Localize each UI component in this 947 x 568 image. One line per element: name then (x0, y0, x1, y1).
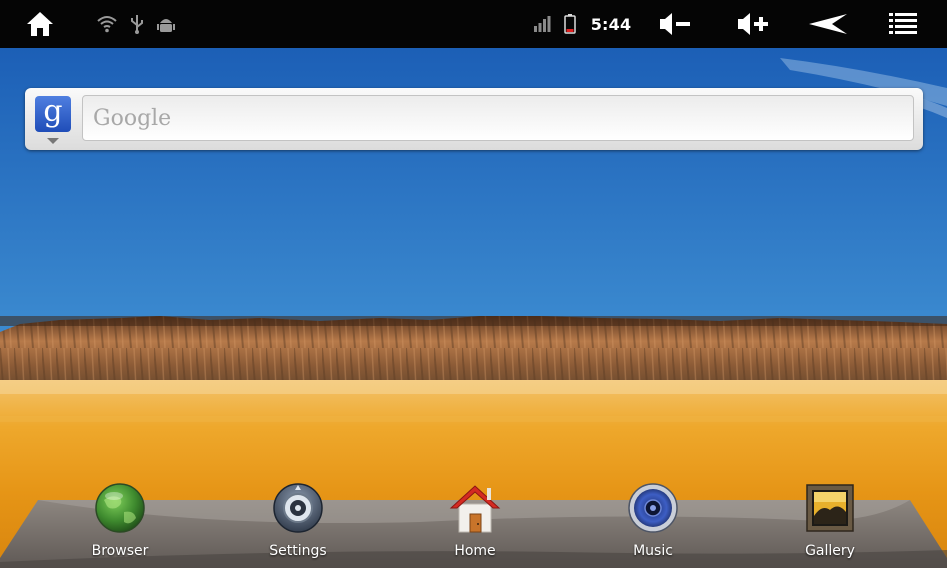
dock-label-home: Home (454, 543, 496, 559)
speaker-icon (628, 483, 678, 533)
dock-label-browser: Browser (91, 543, 149, 559)
globe-icon (95, 483, 145, 533)
dock-label-music: Music (633, 543, 673, 559)
usb-indicator (128, 0, 146, 48)
home-button[interactable] (24, 0, 56, 48)
dock-item-home[interactable]: Home (415, 485, 535, 568)
volume-up-icon (738, 13, 768, 35)
search-engine-selector[interactable]: g (35, 94, 71, 144)
android-debug-icon (157, 19, 175, 32)
signal-indicator (532, 0, 552, 48)
dock-item-gallery[interactable]: Gallery (770, 484, 890, 568)
back-icon (809, 14, 847, 34)
home-icon (27, 12, 53, 36)
clock-text: 5:44 (590, 14, 632, 34)
volume-down-button[interactable] (656, 0, 696, 48)
picture-frame-icon (806, 484, 854, 532)
dock-label-gallery: Gallery (805, 543, 855, 559)
menu-icon (889, 13, 917, 34)
signal-bars-icon (534, 16, 551, 32)
google-search-widget: g (25, 88, 923, 150)
settings-dial-icon (273, 483, 323, 533)
wifi-icon (97, 16, 117, 33)
volume-down-icon (660, 13, 690, 35)
dock-item-browser[interactable]: Browser (60, 483, 180, 568)
back-button[interactable] (806, 0, 850, 48)
search-input[interactable] (82, 95, 914, 141)
battery-low-icon (564, 14, 576, 34)
wifi-indicator (96, 0, 118, 48)
dock-item-settings[interactable]: Settings (238, 483, 358, 568)
house-icon (449, 485, 501, 533)
dock-label-settings: Settings (269, 543, 327, 559)
home-screen: 5:44 g Google Browser Settings Home Musi… (0, 0, 947, 568)
volume-up-button[interactable] (734, 0, 774, 48)
chevron-down-icon (47, 138, 59, 144)
usb-icon (131, 15, 143, 34)
google-logo-icon: g (35, 96, 71, 132)
dock-item-music[interactable]: Music (593, 483, 713, 568)
menu-button[interactable] (886, 0, 920, 48)
status-bar: 5:44 (0, 0, 947, 48)
battery-indicator (562, 0, 578, 48)
android-debug-indicator (156, 0, 176, 48)
clock: 5:44 (590, 0, 632, 48)
app-dock: Browser Settings Home Music Gallery (0, 483, 947, 568)
